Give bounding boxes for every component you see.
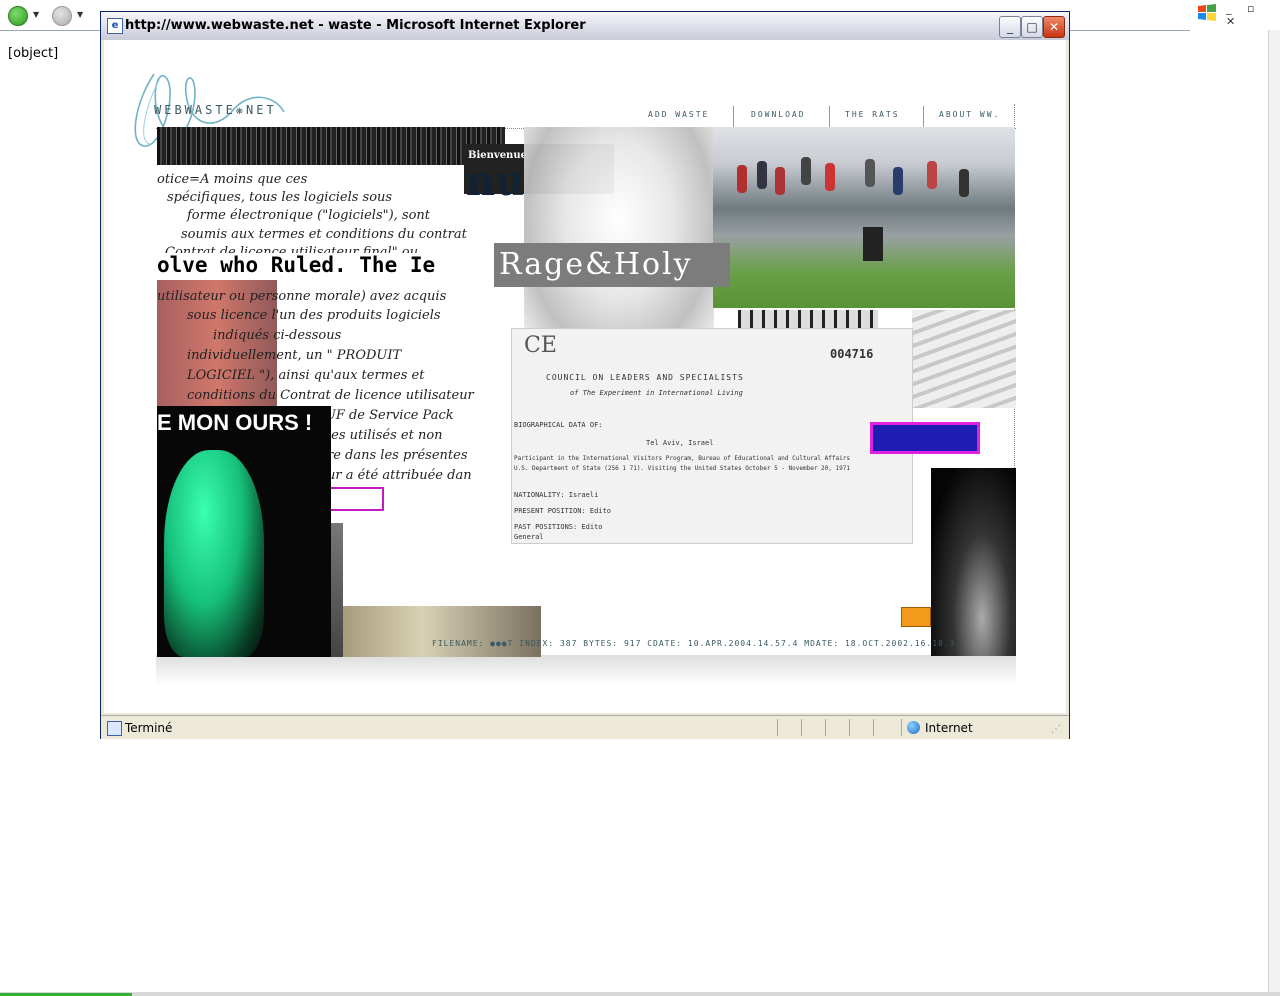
rage-holy-text: Rage&Holy xyxy=(499,247,693,282)
back-arrow-icon[interactable] xyxy=(8,6,28,26)
ie-popup-window: e http://www.webwaste.net - waste - Micr… xyxy=(100,11,1070,739)
forward-arrow-icon[interactable] xyxy=(52,6,72,26)
doc-line: COUNCIL ON LEADERS AND SPECIALISTS xyxy=(546,373,744,382)
doc-line: BIOGRAPHICAL DATA OF: xyxy=(514,421,603,429)
title-bar[interactable]: e http://www.webwaste.net - waste - Micr… xyxy=(101,12,1069,40)
french-line: les utilisés et non xyxy=(327,428,443,443)
striped-blinds-photo[interactable] xyxy=(912,310,1016,408)
doc-line: U.S. Department of State (256 1 71). Vis… xyxy=(514,465,850,472)
status-divider xyxy=(825,719,826,736)
status-text: Terminé xyxy=(125,721,173,735)
french-line: re dans les présentes xyxy=(327,448,468,463)
french-line: LOGICIEL "), ainsi qu'aux termes et xyxy=(187,368,425,383)
maximize-button[interactable]: □ xyxy=(1021,16,1043,38)
doc-line: PAST POSITIONS: Edito xyxy=(514,523,603,531)
french-line: conditions du Contrat de licence utilisa… xyxy=(187,388,474,403)
concert-crowd-photo[interactable] xyxy=(931,468,1016,656)
person-shape xyxy=(865,159,875,187)
doc-line: of The Experiment in International Livin… xyxy=(570,389,743,397)
nav-divider xyxy=(829,106,830,128)
internet-globe-icon xyxy=(907,721,920,734)
french-line: spécifiques, tous les logiciels sous xyxy=(167,190,393,205)
chevron-down-icon[interactable]: ▼ xyxy=(33,10,39,19)
doc-line: Participant in the International Visitor… xyxy=(514,455,850,462)
page-scrollbar[interactable] xyxy=(1268,30,1280,992)
webpage-content: WEBWASTE❋NET ADD WASTE DOWNLOAD THE RATS… xyxy=(104,40,1066,713)
french-line: otice=A moins que ces xyxy=(157,172,308,187)
close-button[interactable]: ✕ xyxy=(1043,16,1065,38)
page-done-icon xyxy=(107,721,122,736)
file-metadata-footer: FILENAME: ●●●T INDEX: 387 BYTES: 917 CDA… xyxy=(432,639,956,648)
status-bar: Terminé Internet ⋰ xyxy=(101,715,1069,739)
background-window-controls[interactable]: _ ▫ ✕ xyxy=(1226,2,1280,28)
security-zone-text: Internet xyxy=(925,721,973,735)
torn-newspaper-header[interactable] xyxy=(157,127,505,165)
person-shape xyxy=(775,167,785,195)
trash-bin-shape xyxy=(863,227,883,261)
french-line: soumis aux termes et conditions du contr… xyxy=(181,227,467,242)
object-placeholder-text: [object] xyxy=(8,46,59,61)
resize-grip-icon[interactable]: ⋰ xyxy=(1051,724,1061,735)
nav-divider xyxy=(733,106,734,128)
french-line: individuellement, un " PRODUIT xyxy=(187,348,402,363)
french-line: forme électronique ("logiciels"), sont xyxy=(187,208,431,223)
doc-initials: CE xyxy=(524,333,557,358)
person-shape xyxy=(825,163,835,191)
minimize-button[interactable]: _ xyxy=(999,16,1021,38)
mon-ours-text: E MON OURS ! xyxy=(157,410,313,435)
ie-page-icon: e xyxy=(107,18,123,34)
status-divider xyxy=(777,719,778,736)
green-bear-figure xyxy=(164,450,264,657)
person-shape xyxy=(757,161,767,189)
doc-line: NATIONALITY: Israeli xyxy=(514,491,599,499)
orange-folder-icon[interactable] xyxy=(901,607,931,627)
nav-divider xyxy=(923,106,924,128)
window-title: http://www.webwaste.net - waste - Micros… xyxy=(125,18,586,33)
big-nu-text: nu xyxy=(466,158,525,205)
person-shape xyxy=(959,169,969,197)
status-divider xyxy=(901,719,902,736)
person-shape xyxy=(893,167,903,195)
status-divider xyxy=(873,719,874,736)
person-shape xyxy=(737,165,747,193)
hallway-photo[interactable] xyxy=(343,606,541,657)
typewritten-document[interactable]: CE 004716 COUNCIL ON LEADERS AND SPECIAL… xyxy=(511,328,913,544)
gray-photo-strip xyxy=(331,523,343,657)
background-status-bar xyxy=(0,992,1280,996)
french-line: indiqués ci-dessous xyxy=(213,328,342,343)
person-shape xyxy=(801,157,811,185)
person-shape xyxy=(927,161,937,189)
ghost-figure-image[interactable] xyxy=(524,127,714,357)
doc-line: General xyxy=(514,533,544,541)
doc-line: Tel Aviv, Israel xyxy=(646,439,714,447)
french-line: sous licence l'un des produits logiciels xyxy=(187,308,441,323)
status-divider xyxy=(801,719,802,736)
french-line: ur a été attribuée dan xyxy=(327,468,472,483)
nav-the-rats[interactable]: THE RATS xyxy=(845,110,900,119)
nav-download[interactable]: DOWNLOAD xyxy=(751,110,806,119)
doc-number: 004716 xyxy=(830,347,874,361)
french-line: utilisateur ou personne morale) avez acq… xyxy=(157,289,447,304)
doc-line: PRESENT POSITION: Edito xyxy=(514,507,611,515)
blue-banner-ad[interactable] xyxy=(870,422,980,454)
collage-shadow xyxy=(156,655,1016,685)
bold-typewriter-text[interactable]: olve who Ruled. The Ie xyxy=(157,253,435,277)
film-strip-graphic xyxy=(738,310,878,328)
status-divider xyxy=(849,719,850,736)
chevron-down-icon[interactable]: ▼ xyxy=(77,10,83,19)
nav-add-waste[interactable]: ADD WASTE xyxy=(648,110,709,119)
nav-about-ww[interactable]: ABOUT WW. xyxy=(939,110,1000,119)
windows-logo-icon xyxy=(1198,4,1216,21)
outdoor-crowd-photo[interactable] xyxy=(713,127,1015,308)
